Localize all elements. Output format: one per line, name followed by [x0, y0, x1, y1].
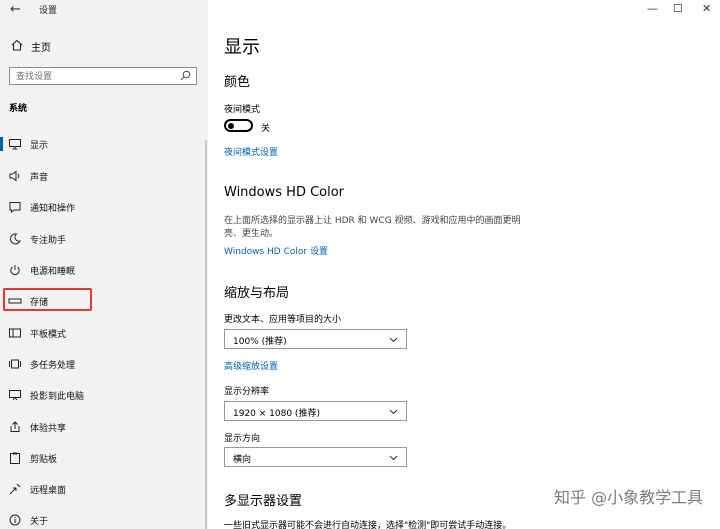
tablet-icon — [9, 328, 21, 338]
toggle-knob — [228, 123, 234, 129]
multi-display-heading: 多显示器设置 — [224, 494, 303, 509]
scale-dropdown[interactable]: 100% (推荐) — [224, 329, 407, 349]
sidebar-item-label: 剪贴板 — [30, 455, 58, 465]
sidebar-item-label: 通知和操作 — [30, 204, 76, 214]
sidebar-item-label: 显示 — [30, 141, 49, 151]
hdr-settings-link[interactable]: Windows HD Color 设置 — [224, 244, 328, 257]
advanced-scaling-link[interactable]: 高级缩放设置 — [224, 359, 278, 372]
scale-label: 更改文本、应用等项目的大小 — [224, 315, 342, 325]
clipboard-icon — [10, 452, 20, 464]
sidebar-item-sound[interactable]: 声音 — [0, 163, 208, 189]
resolution-value: 1920 × 1080 (推荐) — [233, 409, 320, 419]
sidebar-item-label: 远程桌面 — [30, 486, 67, 496]
orientation-label: 显示方向 — [224, 434, 261, 444]
sidebar-scrollbar[interactable] — [205, 140, 207, 529]
search-box[interactable] — [9, 67, 197, 85]
moon-icon — [9, 233, 21, 245]
storage-highlight-box — [3, 288, 92, 311]
notification-icon — [9, 202, 21, 214]
project-icon — [9, 390, 21, 401]
sidebar-item-label: 专注助手 — [30, 236, 67, 246]
sidebar-item-label: 关于 — [30, 517, 49, 527]
title-bar: ← 设置 — [0, 0, 208, 20]
sidebar-item-power[interactable]: 电源和睡眠 — [0, 257, 208, 283]
sidebar-item-project[interactable]: 投影到此电脑 — [0, 382, 208, 408]
color-heading: 颜色 — [224, 75, 251, 90]
night-light-toggle[interactable] — [224, 119, 253, 132]
sidebar-item-notifications[interactable]: 通知和操作 — [0, 194, 208, 220]
sidebar-item-about[interactable]: 关于 — [0, 507, 208, 529]
sidebar-item-label: 主页 — [31, 43, 51, 54]
multitask-icon — [9, 359, 21, 369]
toggle-state-label: 关 — [261, 124, 271, 134]
sidebar-item-clipboard[interactable]: 剪贴板 — [0, 445, 208, 471]
hdr-description: 在上面所选择的显示器上让 HDR 和 WCG 视频、游戏和应用中的画面更明亮、更… — [224, 216, 521, 239]
search-input[interactable] — [10, 69, 170, 85]
orientation-dropdown[interactable]: 横向 — [224, 447, 407, 467]
resolution-label: 显示分辨率 — [224, 387, 270, 397]
home-icon — [11, 39, 23, 51]
sidebar-item-shared-experiences[interactable]: 体验共享 — [0, 414, 208, 440]
share-icon — [10, 421, 20, 432]
active-indicator — [0, 137, 3, 151]
multi-display-note: 一些旧式显示器可能不会进行自动连接，选择"检测"即可尝试手动连接。 — [224, 521, 512, 529]
sidebar-item-remote-desktop[interactable]: 远程桌面 — [0, 476, 208, 502]
scale-value: 100% (推荐) — [233, 337, 287, 347]
sidebar-item-label: 电源和睡眠 — [30, 267, 76, 277]
night-light-settings-link[interactable]: 夜间模式设置 — [224, 145, 278, 158]
search-icon[interactable] — [180, 70, 191, 81]
maximize-button[interactable]: ☐ — [673, 2, 683, 15]
hdr-heading: Windows HD Color — [224, 185, 345, 200]
sidebar-item-multitasking[interactable]: 多任务处理 — [0, 351, 208, 377]
scale-layout-heading: 缩放与布局 — [224, 286, 290, 301]
app-title: 设置 — [39, 6, 58, 16]
monitor-icon — [9, 139, 21, 150]
sidebar-item-label: 平板模式 — [30, 330, 67, 340]
close-button[interactable]: ✕ — [702, 2, 711, 15]
sidebar-item-focus-assist[interactable]: 专注助手 — [0, 226, 208, 252]
night-light-label: 夜间模式 — [224, 105, 261, 115]
sidebar-item-label: 声音 — [30, 173, 49, 183]
sidebar-item-tablet[interactable]: 平板模式 — [0, 320, 208, 346]
remote-icon — [9, 483, 21, 495]
sidebar: ← 设置 主页 系统 显示 声音 通知 — [0, 0, 208, 529]
resolution-dropdown[interactable]: 1920 × 1080 (推荐) — [224, 401, 407, 421]
chevron-down-icon — [389, 409, 398, 415]
sidebar-item-home[interactable]: 主页 — [0, 34, 208, 58]
sidebar-item-label: 投影到此电脑 — [30, 392, 85, 402]
minimize-button[interactable]: — — [647, 2, 658, 15]
orientation-value: 横向 — [233, 455, 252, 465]
chevron-down-icon — [389, 455, 398, 461]
info-icon — [9, 514, 21, 526]
sidebar-item-display[interactable]: 显示 — [0, 131, 208, 157]
back-arrow-icon[interactable]: ← — [10, 2, 21, 17]
power-icon — [10, 265, 20, 275]
chevron-down-icon — [389, 337, 398, 343]
sidebar-item-label: 多任务处理 — [30, 361, 76, 371]
speaker-icon — [9, 170, 20, 182]
page-title: 显示 — [224, 37, 260, 58]
section-title: 系统 — [9, 104, 28, 114]
watermark: 知乎 @小象教学工具 — [554, 488, 704, 507]
sidebar-item-label: 体验共享 — [30, 424, 67, 434]
